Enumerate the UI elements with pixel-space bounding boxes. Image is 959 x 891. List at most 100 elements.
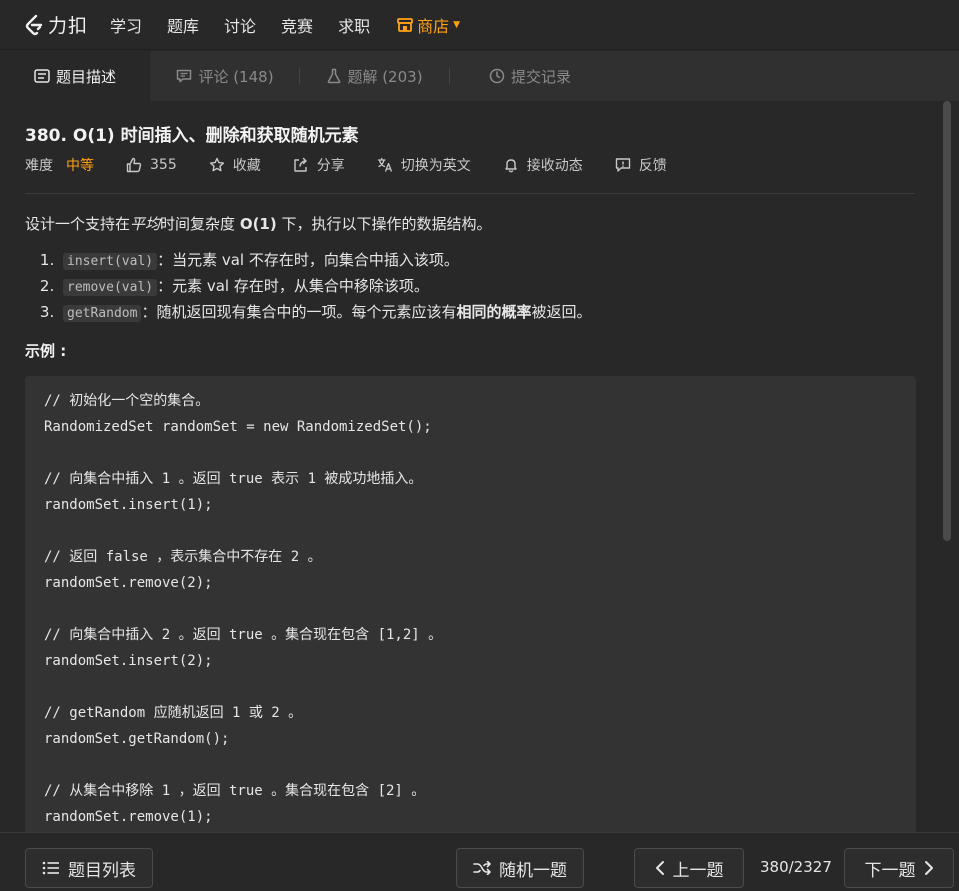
switch-language-label: 切换为英文 <box>400 158 471 174</box>
desc-intro-post: 下，执行以下操作的数据结构。 <box>276 215 492 233</box>
code-line: // 返回 false ，表示集合中不存在 2 。 <box>44 549 322 565</box>
shuffle-icon <box>473 861 491 875</box>
chevron-right-icon <box>924 861 933 875</box>
bell-icon <box>505 159 517 173</box>
code-line: RandomizedSet randomSet = new Randomized… <box>44 419 432 435</box>
clock-icon <box>489 68 505 84</box>
difficulty-badge: 中等 <box>66 158 94 174</box>
list-item: remove(val)：元素 val 存在时，从集合中移除该项。 <box>59 274 916 300</box>
code-line: // 向集合中插入 1 。返回 true 表示 1 被成功地插入。 <box>44 471 423 487</box>
shop-icon <box>397 17 413 32</box>
chevron-left-icon <box>655 861 664 875</box>
nav-item-shop[interactable]: 商店 ▼ <box>397 13 460 37</box>
op-text: 被返回。 <box>531 303 592 321</box>
brand-name: 力扣 <box>48 15 89 37</box>
difficulty-label: 难度 <box>25 158 53 174</box>
subscribe-label: 接收动态 <box>526 158 583 174</box>
leetcode-logo-icon <box>25 14 43 35</box>
prev-problem-button[interactable]: 上一题 <box>634 848 744 888</box>
chevron-down-icon: ▼ <box>453 19 461 30</box>
random-problem-button[interactable]: 随机一题 <box>456 848 584 888</box>
nav-item-discuss[interactable]: 讨论 <box>224 13 256 37</box>
example-heading: 示例 : <box>25 342 67 360</box>
code-line: randomSet.getRandom(); <box>44 731 230 747</box>
problem-counter: 380/2327 <box>760 858 832 876</box>
share-icon <box>294 157 307 172</box>
code-line: // getRandom 应随机返回 1 或 2 。 <box>44 705 303 721</box>
favorite-button[interactable]: 收藏 <box>209 155 261 175</box>
code-line: randomSet.insert(2); <box>44 653 213 669</box>
nav-item-contest[interactable]: 竞赛 <box>281 13 313 37</box>
list-item: insert(val)：当元素 val 不存在时，向集合中插入该项。 <box>59 248 916 274</box>
feedback-icon <box>615 158 630 172</box>
translate-icon <box>377 157 392 172</box>
flask-icon <box>328 68 341 84</box>
op-text: ：元素 val 存在时，从集合中移除该项。 <box>157 277 429 295</box>
code-line: randomSet.insert(1); <box>44 497 213 513</box>
like-count: 355 <box>150 157 177 173</box>
tab-description-label: 题目描述 <box>55 67 116 86</box>
nav-item-jobs[interactable]: 求职 <box>338 13 370 37</box>
tab-comments[interactable]: 评论 (148) <box>150 51 300 101</box>
code-line: // 从集合中移除 1 ，返回 true 。集合现在包含 [2] 。 <box>44 783 426 799</box>
problem-meta: 难度 中等 355 收藏 分享 切换为英文 接收动态 反馈 <box>25 154 916 176</box>
desc-intro-pre: 设计一个支持在 <box>25 215 131 233</box>
like-button[interactable]: 355 <box>126 157 177 173</box>
code-line: // 向集合中插入 2 。返回 true 。集合现在包含 [1,2] 。 <box>44 627 443 643</box>
favorite-label: 收藏 <box>232 158 261 174</box>
content-scrollbar[interactable] <box>943 101 951 541</box>
share-label: 分享 <box>316 158 345 174</box>
inline-code: getRandom <box>63 305 142 322</box>
problem-list-label: 题目列表 <box>68 860 136 881</box>
operations-list: insert(val)：当元素 val 不存在时，向集合中插入该项。 remov… <box>25 248 916 326</box>
problem-title: 380. O(1) 时间插入、删除和获取随机元素 <box>25 126 359 146</box>
random-problem-label: 随机一题 <box>499 860 567 881</box>
op-text: ：随机返回现有集合中的一项。每个元素应该有 <box>141 303 457 321</box>
inline-code: insert(val) <box>63 253 158 270</box>
tab-description[interactable]: 题目描述 <box>0 51 150 101</box>
feedback-label: 反馈 <box>638 158 667 174</box>
op-text: ：当元素 val 不存在时，向集合中插入该项。 <box>157 251 459 269</box>
comment-icon <box>177 69 192 83</box>
nav-item-learn[interactable]: 学习 <box>110 13 142 37</box>
star-icon <box>209 157 224 172</box>
nav-item-problemset[interactable]: 题库 <box>167 13 199 37</box>
problem-content: 380. O(1) 时间插入、删除和获取随机元素 难度 中等 355 收藏 分享 <box>0 101 941 832</box>
code-line: randomSet.remove(1); <box>44 809 213 825</box>
subscribe-button[interactable]: 接收动态 <box>503 155 583 175</box>
top-navbar: 力扣 学习 题库 讨论 竞赛 求职 商店 ▼ <box>0 0 959 50</box>
desc-intro-em: 平均 <box>130 215 161 233</box>
tab-solutions[interactable]: 题解 (203) <box>300 51 450 101</box>
tab-comments-label: 评论 (148) <box>198 67 274 86</box>
inline-code: remove(val) <box>63 279 158 296</box>
share-button[interactable]: 分享 <box>293 155 345 175</box>
shop-label: 商店 <box>417 16 450 36</box>
tab-submissions-label: 提交记录 <box>510 67 571 86</box>
problem-list-button[interactable]: 题目列表 <box>25 848 153 888</box>
desc-intro-bold: O(1) <box>239 215 277 233</box>
tab-solutions-label: 题解 (203) <box>347 67 423 86</box>
example-code-block: // 初始化一个空的集合。 RandomizedSet randomSet = … <box>25 376 916 832</box>
bottom-bar: 题目列表 随机一题 上一题 380/2327 下一题 <box>0 832 959 891</box>
op-text-bold: 相同的概率 <box>456 303 532 321</box>
list-icon <box>42 861 59 875</box>
prev-problem-label: 上一题 <box>672 860 724 881</box>
brand[interactable]: 力扣 <box>24 11 110 38</box>
description-icon <box>34 69 50 83</box>
tab-submissions[interactable]: 提交记录 <box>450 51 610 101</box>
switch-language-button[interactable]: 切换为英文 <box>377 155 471 175</box>
nav-links: 学习 题库 讨论 竞赛 求职 商店 ▼ <box>110 13 460 37</box>
list-item: getRandom：随机返回现有集合中的一项。每个元素应该有相同的概率被返回。 <box>59 300 916 326</box>
next-problem-button[interactable]: 下一题 <box>844 848 954 888</box>
feedback-button[interactable]: 反馈 <box>615 155 667 175</box>
code-line: randomSet.remove(2); <box>44 575 213 591</box>
desc-intro-mid: 时间复杂度 <box>160 215 240 233</box>
next-problem-label: 下一题 <box>864 860 916 881</box>
problem-tabs: 题目描述 评论 (148) 题解 (203) 提交记录 <box>0 51 959 101</box>
divider <box>25 193 915 194</box>
problem-description: 设计一个支持在平均时间复杂度 O(1) 下，执行以下操作的数据结构。 <box>25 212 916 236</box>
